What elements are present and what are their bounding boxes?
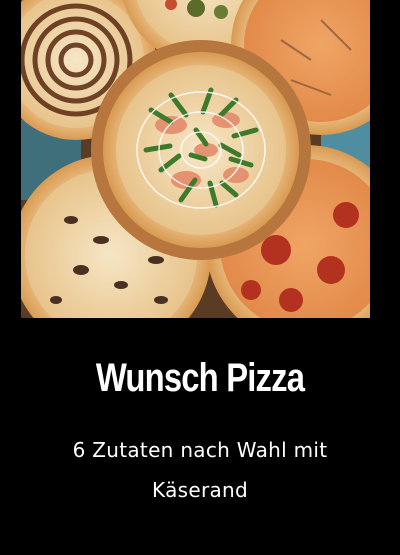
pizza-image [21, 0, 370, 318]
pizza-photo[interactable] [21, 0, 370, 318]
product-description: 6 Zutaten nach Wahl mit Käserand [72, 438, 328, 502]
product-card[interactable]: Wunsch Pizza 6 Zutaten nach Wahl mit Käs… [0, 0, 400, 555]
product-title: Wunsch Pizza [95, 356, 305, 400]
pizza-center [103, 52, 299, 248]
